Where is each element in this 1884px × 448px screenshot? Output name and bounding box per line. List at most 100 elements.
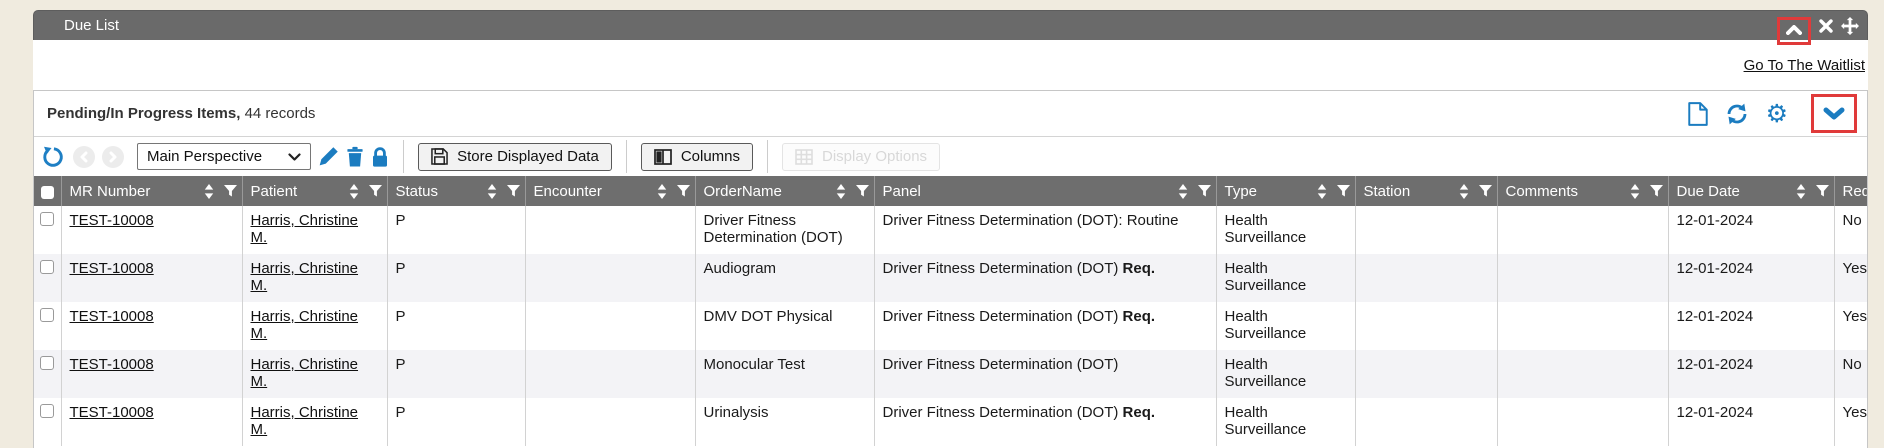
col-header-panel[interactable]: Panel xyxy=(874,176,1216,206)
collapse-up-icon[interactable] xyxy=(1786,25,1802,35)
content-box: Pending/In Progress Items, 44 records ⚙ xyxy=(33,90,1868,448)
panel-cell: Driver Fitness Determination (DOT) Req. xyxy=(874,302,1216,350)
perspective-select[interactable]: Main Perspective xyxy=(137,143,311,170)
select-all-checkbox[interactable] xyxy=(41,186,54,199)
filter-icon[interactable] xyxy=(1650,185,1663,198)
undo-icon[interactable] xyxy=(42,146,64,168)
col-header-patient[interactable]: Patient xyxy=(242,176,387,206)
panel-cell: Driver Fitness Determination (DOT) xyxy=(874,350,1216,398)
expand-down-icon[interactable] xyxy=(1823,107,1845,120)
next-perspective-button[interactable] xyxy=(102,146,124,168)
col-header-comments[interactable]: Comments xyxy=(1497,176,1668,206)
col-header-mr[interactable]: MR Number xyxy=(61,176,242,206)
list-title: Pending/In Progress Items, xyxy=(47,105,240,122)
filter-icon[interactable] xyxy=(1337,185,1350,198)
table-header-row: MR Number Patient Status Encounter OrderName… xyxy=(34,176,1867,206)
filter-icon[interactable] xyxy=(507,185,520,198)
order-name-cell: Driver Fitness Determination (DOT) xyxy=(695,206,874,254)
waitlist-row: Go To The Waitlist xyxy=(33,40,1868,90)
filter-icon[interactable] xyxy=(856,185,869,198)
row-checkbox[interactable] xyxy=(40,260,54,274)
table-row: TEST-10008Harris, Christine M.PDMV DOT P… xyxy=(34,302,1867,350)
col-header-due[interactable]: Due Date xyxy=(1668,176,1834,206)
col-label: Status xyxy=(396,183,439,200)
due-date-cell: 12-01-2024 xyxy=(1668,206,1834,254)
order-name-cell: DMV DOT Physical xyxy=(695,302,874,350)
panel-body: Go To The Waitlist Pending/In Progress I… xyxy=(33,40,1868,448)
sort-icon[interactable] xyxy=(1317,184,1327,199)
sort-icon[interactable] xyxy=(1630,184,1640,199)
col-header-station[interactable]: Station xyxy=(1355,176,1497,206)
prev-perspective-button[interactable] xyxy=(73,146,95,168)
row-checkbox[interactable] xyxy=(40,308,54,322)
due-date-cell: 12-01-2024 xyxy=(1668,350,1834,398)
col-header-order[interactable]: OrderName xyxy=(695,176,874,206)
gear-icon[interactable]: ⚙ xyxy=(1766,103,1788,125)
delete-trash-icon[interactable] xyxy=(346,146,364,167)
box-title: Pending/In Progress Items, 44 records xyxy=(47,105,315,122)
station-cell xyxy=(1355,254,1497,302)
box-header-icons: ⚙ xyxy=(1688,94,1857,133)
mr-number-link[interactable]: TEST-10008 xyxy=(70,212,154,229)
columns-button[interactable]: Columns xyxy=(641,143,753,171)
col-label: OrderName xyxy=(704,183,782,200)
sort-icon[interactable] xyxy=(1459,184,1469,199)
mr-number-cell: TEST-10008 xyxy=(61,254,242,302)
filter-icon[interactable] xyxy=(1479,185,1492,198)
filter-icon[interactable] xyxy=(1198,185,1211,198)
col-header-type[interactable]: Type xyxy=(1216,176,1355,206)
sort-icon[interactable] xyxy=(1796,184,1806,199)
patient-link[interactable]: Harris, Christine M. xyxy=(251,308,359,342)
col-label: Comments xyxy=(1506,183,1579,200)
mr-number-link[interactable]: TEST-10008 xyxy=(70,404,154,421)
sort-icon[interactable] xyxy=(204,184,214,199)
chevron-down-icon xyxy=(288,153,301,161)
col-label: MR Number xyxy=(70,183,151,200)
sort-icon[interactable] xyxy=(349,184,359,199)
sort-icon[interactable] xyxy=(657,184,667,199)
row-checkbox[interactable] xyxy=(40,356,54,370)
filter-icon[interactable] xyxy=(677,185,690,198)
req-cell: No xyxy=(1834,350,1867,398)
perspective-value: Main Perspective xyxy=(147,148,262,165)
new-document-icon[interactable] xyxy=(1688,102,1708,126)
move-icon[interactable] xyxy=(1841,17,1859,35)
patient-link[interactable]: Harris, Christine M. xyxy=(251,356,359,390)
mr-number-link[interactable]: TEST-10008 xyxy=(70,260,154,277)
box-header: Pending/In Progress Items, 44 records ⚙ xyxy=(34,91,1867,137)
patient-link[interactable]: Harris, Christine M. xyxy=(251,212,359,246)
patient-link[interactable]: Harris, Christine M. xyxy=(251,260,359,294)
col-header-encounter[interactable]: Encounter xyxy=(525,176,695,206)
edit-pencil-icon[interactable] xyxy=(318,146,339,167)
mr-number-link[interactable]: TEST-10008 xyxy=(70,308,154,325)
col-label: Due Date xyxy=(1677,183,1740,200)
close-icon[interactable] xyxy=(1819,19,1833,33)
sort-icon[interactable] xyxy=(1178,184,1188,199)
mr-number-link[interactable]: TEST-10008 xyxy=(70,356,154,373)
save-floppy-icon xyxy=(431,148,448,165)
mr-number-cell: TEST-10008 xyxy=(61,206,242,254)
patient-cell: Harris, Christine M. xyxy=(242,206,387,254)
station-cell xyxy=(1355,206,1497,254)
col-header-select xyxy=(34,176,61,206)
filter-icon[interactable] xyxy=(1816,185,1829,198)
lock-icon[interactable] xyxy=(371,146,389,168)
sort-icon[interactable] xyxy=(836,184,846,199)
col-header-status[interactable]: Status xyxy=(387,176,525,206)
row-checkbox[interactable] xyxy=(40,404,54,418)
go-to-waitlist-link[interactable]: Go To The Waitlist xyxy=(1744,57,1865,74)
grid-icon xyxy=(795,149,813,165)
patient-link[interactable]: Harris, Christine M. xyxy=(251,404,359,438)
sort-icon[interactable] xyxy=(487,184,497,199)
filter-icon[interactable] xyxy=(224,185,237,198)
encounter-cell xyxy=(525,350,695,398)
refresh-icon[interactable] xyxy=(1725,102,1749,126)
table-row: TEST-10008Harris, Christine M.PAudiogram… xyxy=(34,254,1867,302)
row-checkbox[interactable] xyxy=(40,212,54,226)
col-label: Panel xyxy=(883,183,921,200)
col-header-req[interactable]: Req xyxy=(1834,176,1867,206)
row-select-cell xyxy=(34,254,61,302)
order-name-cell: Monocular Test xyxy=(695,350,874,398)
store-displayed-data-button[interactable]: Store Displayed Data xyxy=(418,143,612,171)
filter-icon[interactable] xyxy=(369,185,382,198)
